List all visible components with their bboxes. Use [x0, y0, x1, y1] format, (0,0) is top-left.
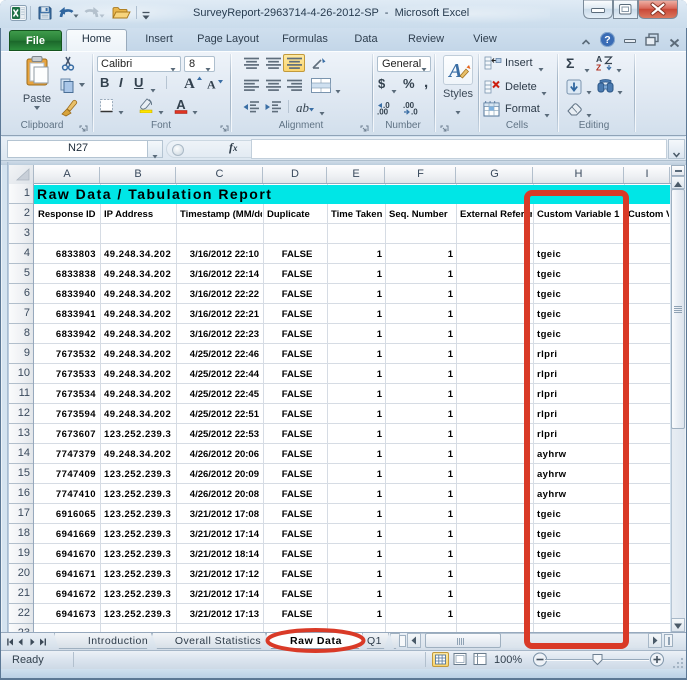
- svg-text:.0: .0: [411, 108, 418, 116]
- svg-text:?: ?: [604, 34, 610, 46]
- svg-text:ab: ab: [296, 100, 310, 115]
- svg-text:A: A: [447, 60, 462, 82]
- svg-text:.00: .00: [377, 108, 389, 116]
- svg-text:A: A: [184, 76, 195, 90]
- svg-text:Paste: Paste: [23, 93, 51, 105]
- svg-text:A: A: [207, 78, 216, 91]
- svg-text:A: A: [176, 97, 186, 112]
- svg-text:Z: Z: [596, 63, 601, 72]
